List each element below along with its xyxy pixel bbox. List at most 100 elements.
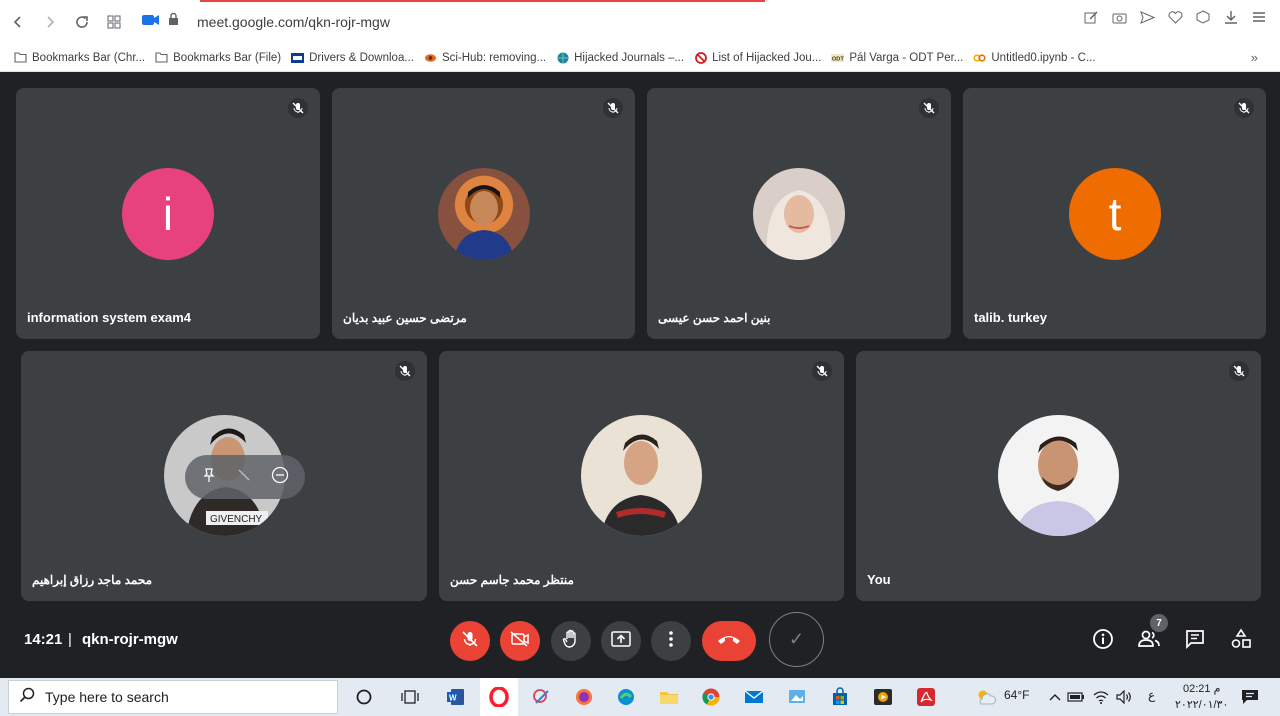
svg-text:ODT: ODT <box>832 56 844 62</box>
chat-button[interactable] <box>1182 628 1208 654</box>
media-player-icon[interactable] <box>870 684 896 710</box>
bookmark-item[interactable]: Sci-Hub: removing... <box>424 52 546 64</box>
mic-off-icon <box>1229 361 1249 381</box>
acrobat-icon[interactable] <box>913 684 939 710</box>
edit-icon[interactable] <box>1082 8 1100 26</box>
check-circle-button[interactable]: ✓ <box>769 612 824 667</box>
meeting-code: qkn-rojr-mgw <box>82 631 178 648</box>
bookmark-item[interactable]: Hijacked Journals –... <box>556 52 684 64</box>
meeting-grid: i information system exam4 مرتضى حسين عب… <box>0 73 1280 678</box>
bookmark-item[interactable]: Bookmarks Bar (Chr... <box>14 52 145 64</box>
send-icon[interactable] <box>1138 8 1156 26</box>
input-language[interactable]: ع <box>1148 688 1155 702</box>
browser-toolbar: meet.google.com/qkn-rojr-mgw <box>0 0 1280 44</box>
taskbar-clock[interactable]: 02:21 م ٢٠٢٢/٠١/٣٠ <box>1175 681 1228 713</box>
scihub-icon <box>424 52 437 64</box>
bookmark-label: List of Hijacked Jou... <box>712 51 822 64</box>
participant-avatar: i <box>122 168 214 260</box>
mic-off-icon <box>288 98 308 118</box>
participant-avatar <box>753 168 845 260</box>
hand-icon <box>562 629 580 654</box>
taskbar-search[interactable]: Type here to search <box>8 680 338 714</box>
taskbar-date: ٢٠٢٢/٠١/٣٠ <box>1175 699 1229 711</box>
participant-tile[interactable]: منتظر محمد جاسم حسن <box>439 351 844 601</box>
url-bar[interactable]: meet.google.com/qkn-rojr-mgw <box>197 14 390 30</box>
volume-icon[interactable] <box>1111 684 1137 710</box>
participant-tile[interactable]: You <box>856 351 1261 601</box>
odt-icon: ODT <box>831 52 845 64</box>
meeting-details-button[interactable] <box>1090 628 1116 654</box>
bookmark-label: Bookmarks Bar (Chr... <box>32 51 146 64</box>
cube-icon[interactable] <box>1194 8 1212 26</box>
menu-icon[interactable] <box>1250 8 1268 26</box>
participant-name: information system exam4 <box>27 310 192 325</box>
participant-tile[interactable]: GIVENCHY محمد ماجد رزاق إبراهيم <box>21 351 427 601</box>
weather-icon[interactable] <box>973 684 999 710</box>
snapshot-icon[interactable] <box>1110 8 1128 26</box>
back-icon[interactable] <box>4 8 32 36</box>
meeting-clock: 14:21 <box>24 631 63 648</box>
bookmark-label: Untitled0.ipynb - C... <box>991 51 1096 64</box>
bookmark-item[interactable]: ODT Pál Varga - ODT Per... <box>831 52 963 64</box>
bookmark-label: Hijacked Journals –... <box>574 51 685 64</box>
folder-icon <box>155 52 168 64</box>
notifications-icon[interactable] <box>1237 684 1263 710</box>
participant-tile[interactable]: بنين احمد حسن عيسى <box>647 88 951 339</box>
present-screen-button[interactable] <box>601 621 641 661</box>
chrome-icon[interactable] <box>698 684 724 710</box>
cortana-icon[interactable] <box>351 684 377 710</box>
lock-icon[interactable] <box>168 12 179 31</box>
page-load-progress <box>200 0 765 2</box>
present-icon <box>611 630 631 652</box>
mic-off-icon <box>919 98 939 118</box>
activities-button[interactable] <box>1228 628 1254 654</box>
camera-toggle-button[interactable] <box>500 621 540 661</box>
snipping-tool-icon[interactable] <box>529 684 555 710</box>
participant-avatar <box>438 168 530 260</box>
mail-icon[interactable] <box>741 684 767 710</box>
mic-toggle-button[interactable] <box>450 621 490 661</box>
search-placeholder: Type here to search <box>45 689 169 705</box>
chat-icon <box>1184 628 1206 655</box>
pin-icon[interactable] <box>201 467 217 488</box>
raise-hand-button[interactable] <box>551 621 591 661</box>
reload-icon[interactable] <box>68 8 96 36</box>
download-icon[interactable] <box>1222 8 1240 26</box>
bookmark-item[interactable]: Bookmarks Bar (File) <box>155 52 281 64</box>
task-view-icon[interactable] <box>397 684 423 710</box>
word-icon[interactable]: W <box>443 684 469 710</box>
mic-off-icon <box>603 98 623 118</box>
bookmarks-overflow-icon[interactable]: » <box>1251 50 1258 65</box>
mute-participant-icon[interactable] <box>236 467 252 488</box>
remove-participant-icon[interactable] <box>271 466 289 489</box>
more-vert-icon <box>668 630 674 653</box>
store-icon[interactable] <box>827 684 853 710</box>
more-options-button[interactable] <box>651 621 691 661</box>
hp-icon <box>291 52 305 64</box>
forward-icon[interactable] <box>36 8 64 36</box>
bookmark-label: Pál Varga - ODT Per... <box>849 51 964 64</box>
leave-call-button[interactable] <box>702 621 756 661</box>
tile-hover-toolbar <box>185 455 305 499</box>
participant-tile[interactable]: t talib. turkey <box>963 88 1266 339</box>
bookmark-item[interactable]: Drivers & Downloa... <box>291 52 414 64</box>
bookmark-item[interactable]: Untitled0.ipynb - C... <box>973 51 1096 64</box>
shirt-logo: GIVENCHY <box>210 514 263 525</box>
edge-icon[interactable] <box>613 684 639 710</box>
opera-icon[interactable] <box>486 684 512 710</box>
avatar-letter: i <box>162 188 174 240</box>
firefox-icon[interactable] <box>571 684 597 710</box>
heart-icon[interactable] <box>1166 8 1184 26</box>
photos-icon[interactable] <box>784 684 810 710</box>
file-explorer-icon[interactable] <box>656 684 682 710</box>
participant-name: مرتضى حسين عبيد بديان <box>343 311 467 325</box>
participant-name: محمد ماجد رزاق إبراهيم <box>32 573 153 587</box>
tab-grid-icon[interactable] <box>100 8 128 36</box>
battery-icon[interactable] <box>1063 684 1089 710</box>
participant-avatar <box>998 415 1119 536</box>
participant-tile[interactable]: i information system exam4 <box>16 88 320 339</box>
camera-indicator-icon[interactable] <box>142 13 160 31</box>
search-icon <box>19 687 35 708</box>
bookmark-item[interactable]: List of Hijacked Jou... <box>694 52 821 64</box>
participant-tile[interactable]: مرتضى حسين عبيد بديان <box>332 88 635 339</box>
